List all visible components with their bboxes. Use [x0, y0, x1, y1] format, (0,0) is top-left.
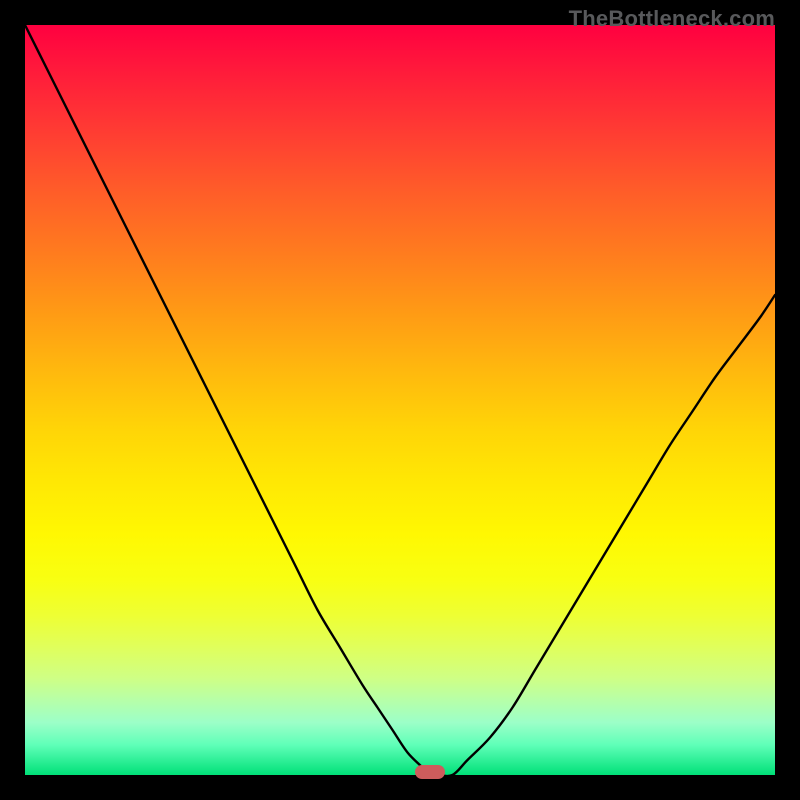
bottleneck-curve [25, 25, 775, 775]
watermark-text: TheBottleneck.com [569, 6, 775, 32]
chart-frame: TheBottleneck.com [0, 0, 800, 800]
plot-area [25, 25, 775, 775]
optimum-marker [415, 765, 445, 779]
